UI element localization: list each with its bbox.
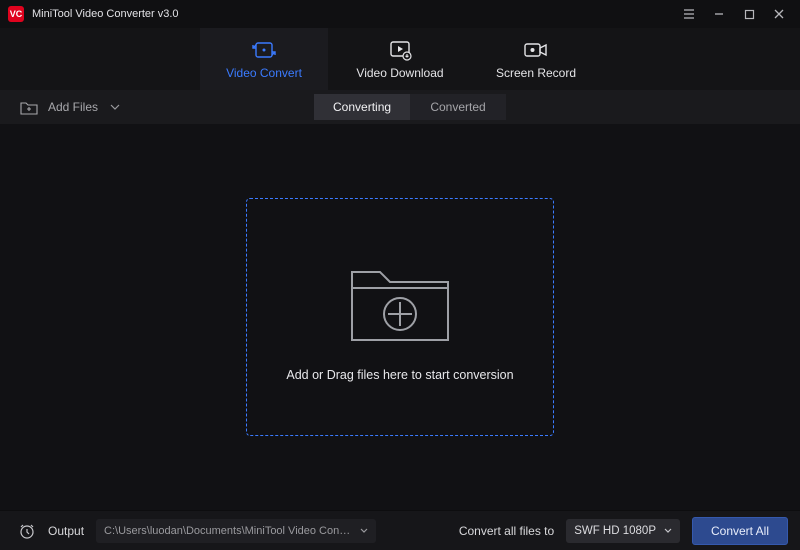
output-path: C:\Users\luodan\Documents\MiniTool Video… [104,525,354,537]
add-files-label: Add Files [48,100,98,114]
mode-label: Video Download [356,66,443,80]
format-value: SWF HD 1080P [574,525,656,537]
add-files-icon [20,100,38,115]
maximize-icon [744,9,755,20]
menu-button[interactable] [674,0,704,28]
format-selector[interactable]: SWF HD 1080P [566,519,680,543]
footer: Output C:\Users\luodan\Documents\MiniToo… [0,510,800,550]
folder-add-icon [340,252,460,348]
chevron-down-icon [664,528,672,534]
tab-converting[interactable]: Converting [314,94,410,120]
mode-screen-record[interactable]: Screen Record [472,28,600,90]
menu-icon [682,7,696,21]
minimize-icon [713,8,725,20]
output-path-selector[interactable]: C:\Users\luodan\Documents\MiniTool Video… [96,519,376,543]
output-label: Output [48,524,84,538]
convert-icon [252,39,276,61]
download-icon [388,39,412,61]
record-icon [523,39,549,61]
close-icon [773,8,785,20]
convert-to-label: Convert all files to [459,524,554,538]
mode-video-convert[interactable]: Video Convert [200,28,328,90]
dropzone-message: Add or Drag files here to start conversi… [286,368,513,382]
convert-all-button[interactable]: Convert All [692,517,788,545]
dropzone[interactable]: Add or Drag files here to start conversi… [246,198,554,436]
clock-icon[interactable] [18,522,36,540]
chevron-down-icon [360,528,368,534]
main-area: Add or Drag files here to start conversi… [0,124,800,510]
app-title: MiniTool Video Converter v3.0 [32,8,179,20]
minimize-button[interactable] [704,0,734,28]
app-logo: VC [8,6,24,22]
maximize-button[interactable] [734,0,764,28]
mode-video-download[interactable]: Video Download [336,28,464,90]
titlebar: VC MiniTool Video Converter v3.0 [0,0,800,28]
add-files-button[interactable]: Add Files [20,100,120,115]
close-button[interactable] [764,0,794,28]
mode-label: Video Convert [226,66,302,80]
tab-converted[interactable]: Converted [410,94,506,120]
mode-tabs: Video Convert Video Download Screen Reco… [0,28,800,90]
toolbar: Add Files Converting Converted [0,90,800,124]
mode-label: Screen Record [496,66,576,80]
chevron-down-icon [110,103,120,111]
status-tabs: Converting Converted [314,94,506,120]
